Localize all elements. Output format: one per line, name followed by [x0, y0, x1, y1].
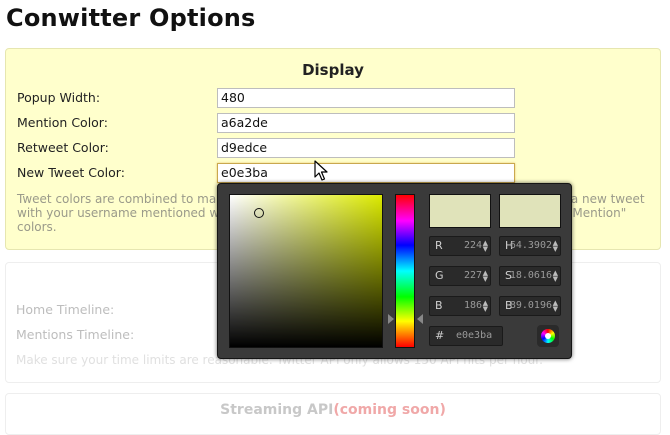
color-wheel-icon — [541, 329, 555, 343]
red-spinner-icon[interactable]: ▲ ▼ — [483, 240, 488, 253]
hex-label: # — [435, 329, 445, 342]
current-color-swatch[interactable] — [499, 194, 561, 228]
saturation-field[interactable]: S 18.0616 ▲ ▼ — [499, 266, 561, 286]
new-tweet-color-label: New Tweet Color: — [17, 165, 125, 180]
hue-arrow-right-icon — [417, 314, 423, 324]
streaming-title-text: Streaming API — [220, 402, 334, 418]
blue-field[interactable]: B 186 ▲ ▼ — [429, 296, 491, 316]
note-line1-start: Tweet colors are combined to ma — [17, 192, 217, 206]
mouse-cursor-icon — [314, 160, 328, 181]
note-line1-end: , a new tweet — [563, 192, 645, 206]
retweet-color-label: Retweet Color: — [17, 140, 109, 155]
hue-spinner-icon[interactable]: ▲ ▼ — [553, 240, 558, 253]
hex-value[interactable]: e0e3ba — [456, 330, 492, 341]
green-value[interactable]: 227 — [464, 270, 482, 281]
brightness-field[interactable]: B 89.0196 ▲ ▼ — [499, 296, 561, 316]
mention-color-input[interactable]: a6a2de — [217, 113, 515, 133]
green-label: G — [435, 269, 444, 282]
blue-spinner-icon[interactable]: ▲ ▼ — [483, 300, 488, 313]
hue-slider[interactable] — [395, 194, 415, 348]
streaming-panel: Streaming API(coming soon) — [5, 393, 661, 435]
color-picker: R 224 ▲ ▼ H 64.3902 ▲ ▼ G 227 ▲ ▼ S 18.0616… — [217, 183, 572, 359]
brightness-value[interactable]: 89.0196 — [510, 300, 552, 311]
streaming-title: Streaming API(coming soon) — [6, 402, 660, 418]
note-line3: colors. — [17, 220, 57, 234]
green-spinner-icon[interactable]: ▲ ▼ — [483, 270, 488, 283]
hue-field[interactable]: H 64.3902 ▲ ▼ — [499, 236, 561, 256]
red-value[interactable]: 224 — [464, 240, 482, 251]
saturation-brightness-area[interactable] — [229, 194, 383, 348]
red-field[interactable]: R 224 ▲ ▼ — [429, 236, 491, 256]
new-tweet-color-input[interactable]: e0e3ba — [217, 163, 515, 183]
streaming-accent: (coming soon) — [333, 402, 446, 418]
saturation-value[interactable]: 18.0616 — [510, 270, 552, 281]
new-color-swatch — [429, 194, 491, 228]
mention-color-label: Mention Color: — [17, 115, 108, 130]
saturation-spinner-icon[interactable]: ▲ ▼ — [553, 270, 558, 283]
home-timeline-label: Home Timeline: — [16, 302, 115, 317]
saturation-handle[interactable] — [254, 208, 264, 218]
page-title: Conwitter Options — [6, 4, 256, 32]
blue-label: B — [435, 299, 443, 312]
retweet-color-input[interactable]: d9edce — [217, 138, 515, 158]
brightness-spinner-icon[interactable]: ▲ ▼ — [553, 300, 558, 313]
hex-field[interactable]: # e0e3ba — [429, 326, 503, 346]
green-field[interactable]: G 227 ▲ ▼ — [429, 266, 491, 286]
red-label: R — [435, 239, 443, 252]
mentions-timeline-label: Mentions Timeline: — [16, 327, 135, 342]
blue-value[interactable]: 186 — [464, 300, 482, 311]
note-line2-start: with your username mentioned wi — [17, 206, 223, 220]
popup-width-label: Popup Width: — [17, 90, 101, 105]
hue-arrow-left-icon — [388, 314, 394, 324]
color-wheel-button[interactable] — [537, 325, 559, 347]
display-heading: Display — [302, 61, 364, 79]
hue-value[interactable]: 64.3902 — [510, 240, 552, 251]
popup-width-input[interactable]: 480 — [217, 88, 515, 108]
